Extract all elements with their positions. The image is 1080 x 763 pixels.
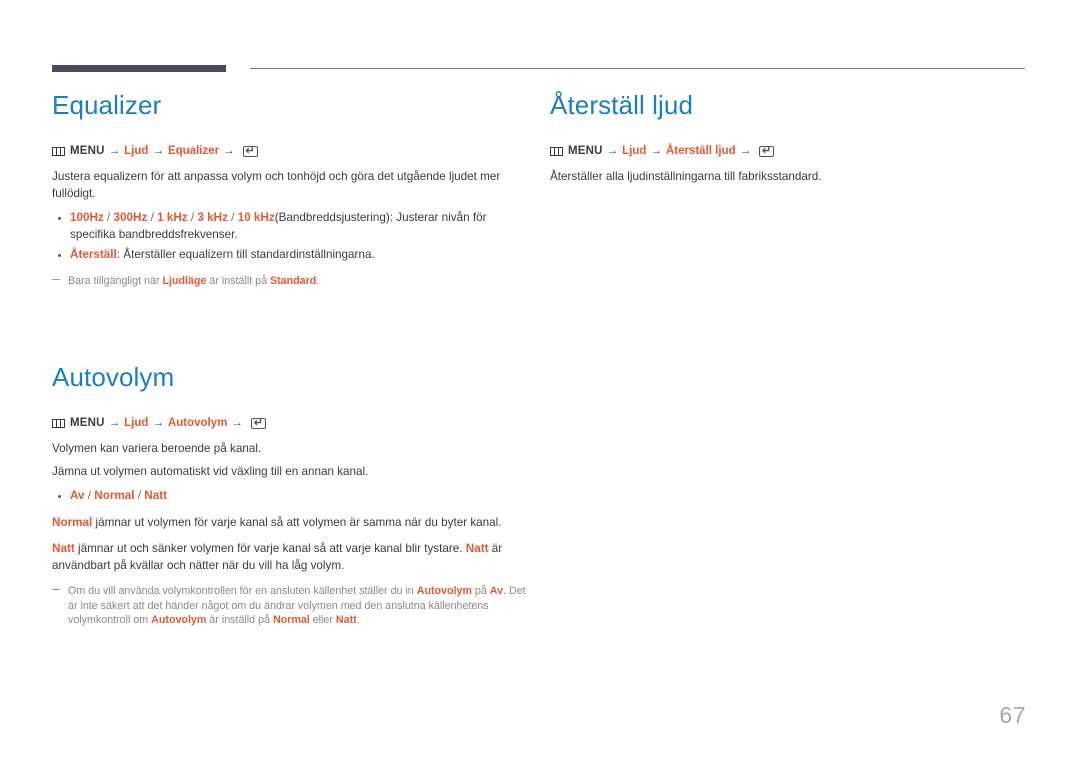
option-100hz: 100Hz — [70, 211, 104, 224]
note-highlight-natt: Natt — [335, 614, 357, 626]
aterstall-ljud-body: Återställer alla ljudinställningarna til… — [550, 170, 822, 183]
option-aterstall: Återställ — [70, 248, 117, 261]
note-text-2: på — [471, 585, 490, 597]
inline-highlight-natt-1: Natt — [52, 542, 75, 555]
header-accent-bar — [52, 65, 226, 72]
page-title-autovolym: Autovolym — [52, 362, 175, 392]
note-highlight-normal: Normal — [272, 614, 310, 626]
list-item: Återställ: Återställer equalizern till s… — [52, 247, 532, 264]
menu-grid-icon — [52, 419, 65, 428]
header-hairline — [250, 68, 1025, 69]
arrow-icon: → — [650, 145, 662, 157]
note-text-5: eller — [309, 614, 336, 626]
note-text-4: är inställd på — [206, 614, 273, 626]
right-column: Återställ ljud MENU → Ljud → Återställ l… — [550, 88, 1020, 186]
arrow-icon: → — [108, 145, 121, 157]
left-column: Equalizer MENU → Ljud → Equalizer → ↵ Ju… — [52, 88, 532, 628]
menu-grid-icon — [52, 147, 65, 156]
menu-grid-icon — [550, 147, 563, 156]
menu-path-step-aterstall-ljud: Återställ ljud — [665, 145, 736, 157]
autovolym-note: Om du vill använda volymkontrollen för e… — [52, 584, 532, 628]
note-highlight-ljudlage: Ljudläge — [162, 274, 207, 287]
autovolym-para-4: Natt jämnar ut och sänker volymen för va… — [52, 541, 532, 574]
header-rule — [0, 65, 1080, 75]
note-text-post: . — [316, 274, 320, 287]
note-text-6: . — [356, 614, 360, 626]
enter-key-glyph: ↵ — [253, 417, 263, 429]
arrow-icon: → — [223, 145, 235, 157]
arrow-icon: → — [152, 417, 164, 429]
section-equalizer: Equalizer MENU → Ljud → Equalizer → ↵ Ju… — [52, 88, 532, 288]
page-number: 67 — [999, 702, 1026, 728]
inline-highlight-natt-2: Natt — [465, 542, 489, 555]
list-item: Av / Normal / Natt — [52, 488, 532, 505]
menu-path-autovolym: MENU → Ljud → Autovolym → ↵ — [52, 416, 532, 431]
note-text-mid: är inställt på — [206, 274, 270, 287]
menu-path-step-autovolym: Autovolym — [167, 417, 228, 429]
arrow-icon: → — [739, 145, 752, 157]
arrow-icon: → — [152, 145, 164, 157]
autovolym-bullet-list: Av / Normal / Natt — [52, 488, 532, 505]
arrow-icon: → — [231, 417, 243, 429]
equalizer-note: Bara tillgängligt när Ljudläge är instäl… — [52, 274, 532, 289]
note-text-pre: Bara tillgängligt när — [68, 274, 163, 287]
menu-label: MENU — [568, 145, 603, 157]
menu-path-step-ljud: Ljud — [622, 145, 647, 157]
enter-key-glyph: ↵ — [245, 145, 255, 157]
note-text-1: Om du vill använda volymkontrollen för e… — [68, 585, 417, 597]
option-3khz: 3 kHz — [197, 211, 228, 224]
menu-path-aterstall-ljud: MENU → Ljud → Återställ ljud → ↵ — [550, 144, 1020, 159]
arrow-icon: → — [108, 417, 121, 429]
equalizer-bullet-list: 100Hz / 300Hz / 1 kHz / 3 kHz / 10 kHz(B… — [52, 210, 532, 264]
note-highlight-standard: Standard — [269, 274, 317, 287]
menu-label: MENU — [70, 417, 105, 429]
option-av: Av — [70, 489, 85, 502]
enter-key-icon: ↵ — [759, 145, 775, 157]
autovolym-para-4-text-1: jämnar ut och sänker volymen för varje k… — [74, 542, 466, 555]
menu-path-step-ljud: Ljud — [124, 417, 149, 429]
equalizer-bullet-2-tail: : Återställer equalizern till standardin… — [116, 248, 375, 261]
page-title-equalizer: Equalizer — [52, 90, 162, 120]
option-normal: Normal — [94, 489, 135, 502]
note-highlight-autovolym-1: Autovolym — [416, 585, 472, 597]
note-highlight-autovolym-2: Autovolym — [151, 614, 207, 626]
autovolym-para-1: Volymen kan variera beroende på kanal. — [52, 442, 262, 455]
section-aterstall-ljud: Återställ ljud MENU → Ljud → Återställ l… — [550, 88, 1020, 186]
option-1khz: 1 kHz — [157, 211, 188, 224]
enter-key-glyph: ↵ — [762, 145, 772, 157]
option-natt: Natt — [144, 489, 168, 502]
autovolym-para-3: Normal jämnar ut volymen för varje kanal… — [52, 515, 532, 532]
autovolym-para-2: Jämna ut volymen automatiskt vid växling… — [52, 464, 369, 478]
menu-path-step-equalizer: Equalizer — [167, 145, 220, 157]
option-300hz: 300Hz — [113, 211, 148, 224]
list-item: 100Hz / 300Hz / 1 kHz / 3 kHz / 10 kHz(B… — [52, 210, 532, 243]
enter-key-icon: ↵ — [242, 145, 258, 157]
inline-highlight-normal: Normal — [52, 515, 93, 529]
autovolym-para-3-text: jämnar ut volymen för varje kanal så att… — [92, 515, 502, 529]
menu-path-equalizer: MENU → Ljud → Equalizer → ↵ — [52, 144, 532, 159]
enter-key-icon: ↵ — [250, 417, 266, 429]
menu-path-step-ljud: Ljud — [124, 145, 149, 157]
option-10khz: 10 kHz — [237, 211, 275, 224]
page-title-aterstall-ljud: Återställ ljud — [550, 90, 694, 120]
arrow-icon: → — [606, 145, 619, 157]
menu-label: MENU — [70, 145, 105, 157]
equalizer-intro-text: Justera equalizern för att anpassa volym… — [52, 170, 501, 200]
section-autovolym: Autovolym MENU → Ljud → Autovolym → ↵ Vo… — [52, 360, 532, 628]
note-highlight-av: Av — [489, 585, 504, 597]
